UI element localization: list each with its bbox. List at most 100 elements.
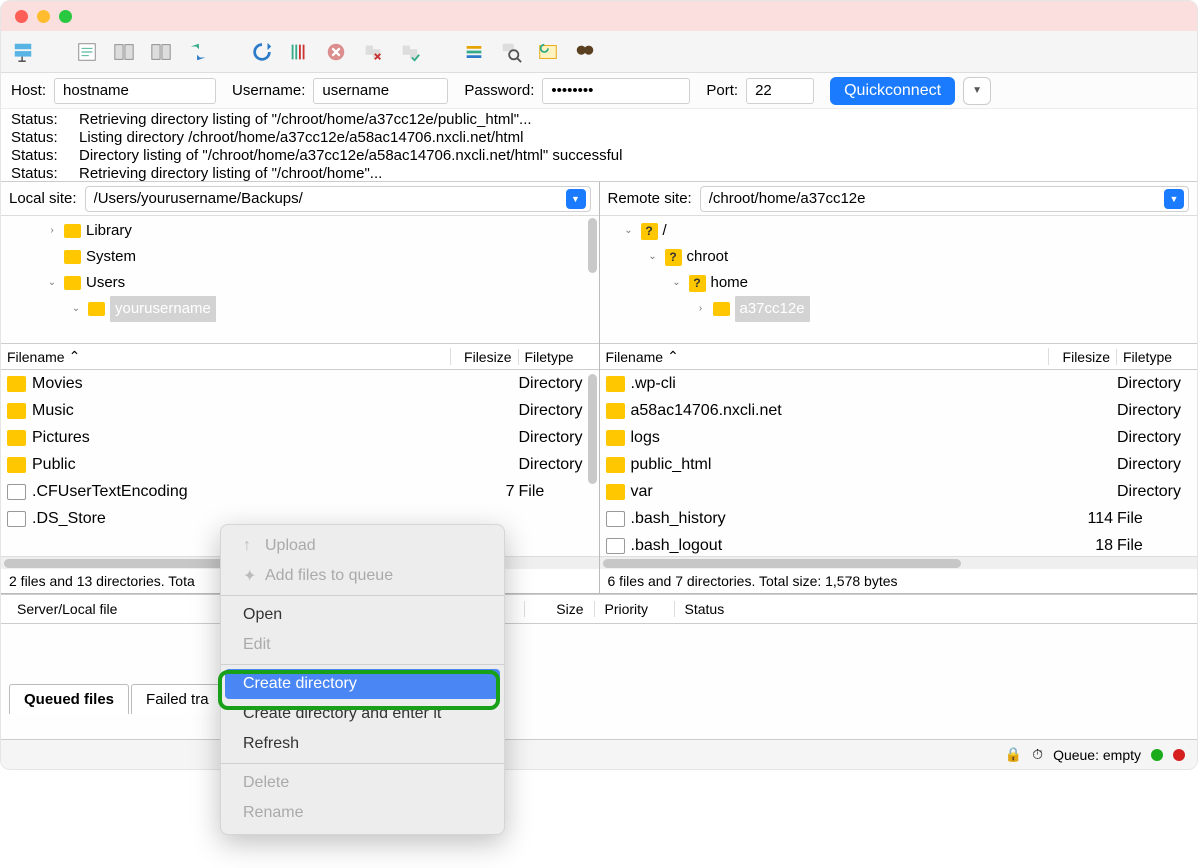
filter-icon[interactable]: [458, 38, 490, 66]
log-label: Status:: [11, 111, 65, 129]
queue-col-size[interactable]: Size: [525, 601, 595, 617]
ctx-create-directory-enter[interactable]: Create directory and enter it: [221, 699, 504, 729]
folder-icon: ?: [641, 223, 658, 240]
local-tree[interactable]: › LibrarySystem⌄Users⌄yourusername: [1, 216, 599, 344]
tab-failed-transfers[interactable]: Failed tra: [131, 684, 224, 714]
remote-file-header[interactable]: Filename ⌃ Filesize Filetype: [600, 344, 1198, 370]
folder-icon: [606, 376, 625, 392]
lock-icon[interactable]: 🔒: [1005, 746, 1022, 763]
tab-queued-files[interactable]: Queued files: [9, 684, 129, 714]
file-icon: [606, 538, 625, 554]
folder-icon: [7, 430, 26, 446]
link-icon: [606, 457, 625, 473]
toggle-tree-icon[interactable]: [108, 38, 140, 66]
queue-header[interactable]: Server/Local file Size Priority Status: [1, 594, 1197, 624]
toggle-queue-icon[interactable]: [145, 38, 177, 66]
message-log[interactable]: Status:Retrieving directory listing of "…: [1, 109, 1197, 182]
file-row[interactable]: public_htmlDirectory: [600, 451, 1198, 478]
file-type: Directory: [519, 429, 599, 447]
ctx-rename: Rename: [221, 798, 504, 828]
tree-label: home: [711, 270, 749, 296]
queue-col-priority[interactable]: Priority: [595, 601, 675, 617]
col-filetype[interactable]: Filetype: [519, 349, 599, 365]
col-filename[interactable]: Filename: [606, 349, 664, 365]
file-row[interactable]: varDirectory: [600, 478, 1198, 505]
ctx-refresh[interactable]: Refresh: [221, 729, 504, 759]
expand-arrow-icon[interactable]: ›: [45, 218, 59, 244]
expand-arrow-icon[interactable]: ⌄: [646, 244, 660, 270]
file-name: Movies: [32, 375, 451, 393]
col-filesize[interactable]: Filesize: [451, 349, 519, 365]
file-row[interactable]: PicturesDirectory: [1, 424, 599, 451]
local-file-header[interactable]: Filename ⌃ Filesize Filetype: [1, 344, 599, 370]
file-row[interactable]: MoviesDirectory: [1, 370, 599, 397]
remote-file-list[interactable]: .wp-cliDirectorya58ac14706.nxcli.netDire…: [600, 370, 1198, 556]
tree-label: Library: [86, 218, 132, 244]
tree-row[interactable]: ›a37cc12e: [606, 296, 1192, 322]
process-queue-icon[interactable]: [283, 38, 315, 66]
port-input[interactable]: [746, 78, 814, 104]
ctx-open[interactable]: Open: [221, 600, 504, 630]
tree-row[interactable]: ⌄?home: [606, 270, 1192, 296]
file-row[interactable]: MusicDirectory: [1, 397, 599, 424]
file-type: File: [519, 483, 599, 501]
local-path-input[interactable]: [94, 190, 566, 207]
refresh-icon[interactable]: [246, 38, 278, 66]
minimize-window-button[interactable]: [37, 10, 50, 23]
file-row[interactable]: .wp-cliDirectory: [600, 370, 1198, 397]
ctx-create-directory[interactable]: Create directory: [225, 669, 500, 699]
queue-tabs: Queued files Failed tra: [1, 672, 1197, 714]
file-row[interactable]: PublicDirectory: [1, 451, 599, 478]
expand-arrow-icon[interactable]: ⌄: [670, 270, 684, 296]
disconnect-icon[interactable]: [357, 38, 389, 66]
expand-arrow-icon[interactable]: ⌄: [45, 270, 59, 296]
quickconnect-dropdown-button[interactable]: ▼: [963, 77, 991, 105]
file-type: Directory: [1117, 402, 1197, 420]
file-row[interactable]: .CFUserTextEncoding7File: [1, 478, 599, 505]
led-indicator-2: [1173, 749, 1185, 761]
find-icon[interactable]: [569, 38, 601, 66]
host-input[interactable]: [54, 78, 216, 104]
tree-row[interactable]: ⌄yourusername: [7, 296, 593, 322]
local-list-scrollbar[interactable]: [588, 374, 597, 484]
search-icon[interactable]: [495, 38, 527, 66]
folder-icon: [64, 276, 81, 290]
compare-icon[interactable]: [532, 38, 564, 66]
file-name: .bash_logout: [631, 537, 1050, 555]
remote-tree[interactable]: ⌄?/⌄?chroot⌄?home›a37cc12e: [600, 216, 1198, 344]
tree-row[interactable]: ⌄?chroot: [606, 244, 1192, 270]
expand-arrow-icon[interactable]: ⌄: [622, 218, 636, 244]
file-row[interactable]: logsDirectory: [600, 424, 1198, 451]
toggle-log-icon[interactable]: [71, 38, 103, 66]
file-row[interactable]: .bash_logout18File: [600, 532, 1198, 556]
remote-hscroll[interactable]: [600, 556, 1198, 569]
tree-row[interactable]: ⌄?/: [606, 218, 1192, 244]
cancel-icon[interactable]: [320, 38, 352, 66]
local-path-dropdown[interactable]: ▼: [566, 189, 586, 209]
col-filesize[interactable]: Filesize: [1049, 349, 1117, 365]
app-window: Host: Username: Password: Port: Quickcon…: [0, 0, 1198, 770]
file-icon: [606, 511, 625, 527]
tree-row[interactable]: System: [7, 244, 593, 270]
col-filetype[interactable]: Filetype: [1117, 349, 1197, 365]
tree-row[interactable]: › Library: [7, 218, 593, 244]
password-input[interactable]: [542, 78, 690, 104]
sync-browsing-icon[interactable]: [182, 38, 214, 66]
reconnect-icon[interactable]: [394, 38, 426, 66]
expand-arrow-icon[interactable]: ›: [694, 296, 708, 322]
remote-path-dropdown[interactable]: ▼: [1164, 189, 1184, 209]
maximize-window-button[interactable]: [59, 10, 72, 23]
col-filename[interactable]: Filename: [7, 349, 65, 365]
local-tree-scrollbar[interactable]: [588, 218, 597, 273]
close-window-button[interactable]: [15, 10, 28, 23]
tree-row[interactable]: ⌄Users: [7, 270, 593, 296]
queue-col-status[interactable]: Status: [675, 601, 1192, 617]
remote-path-input[interactable]: [709, 190, 1164, 207]
queue-body[interactable]: [1, 624, 1197, 672]
file-row[interactable]: .bash_history114File: [600, 505, 1198, 532]
quickconnect-button[interactable]: Quickconnect: [830, 77, 955, 105]
username-input[interactable]: [313, 78, 448, 104]
expand-arrow-icon[interactable]: ⌄: [69, 296, 83, 322]
site-manager-icon[interactable]: [7, 38, 39, 66]
file-row[interactable]: a58ac14706.nxcli.netDirectory: [600, 397, 1198, 424]
